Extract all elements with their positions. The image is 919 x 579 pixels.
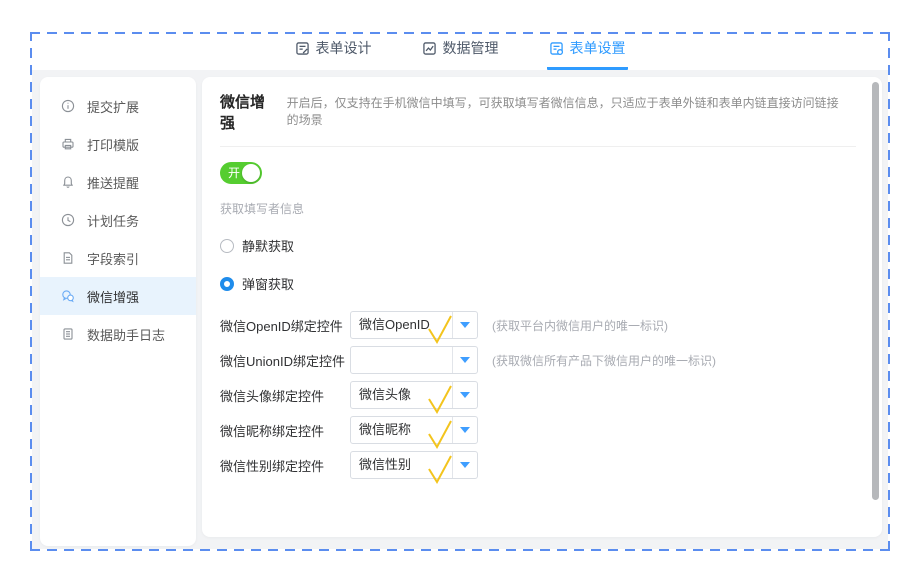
- row-avatar-binding: 微信头像绑定控件 微信头像: [220, 381, 882, 409]
- row-label: 微信头像绑定控件: [220, 386, 350, 405]
- row-label: 微信UnionID绑定控件: [220, 351, 350, 370]
- bell-icon: [61, 175, 75, 189]
- row-nickname-binding: 微信昵称绑定控件 微信昵称: [220, 416, 882, 444]
- radio-label: 弹窗获取: [242, 274, 294, 293]
- top-tab-bar: 表单设计 数据管理: [32, 34, 888, 70]
- row-openid-binding: 微信OpenID绑定控件 微信OpenID: [220, 311, 882, 339]
- tab-form-design[interactable]: 表单设计: [293, 38, 374, 70]
- sidebar-item-label: 推送提醒: [87, 173, 139, 192]
- radio-label: 静默获取: [242, 236, 294, 255]
- radio-popup-acquire[interactable]: 弹窗获取: [220, 274, 882, 293]
- sidebar-item-scheduled-tasks[interactable]: 计划任务: [40, 201, 196, 239]
- row-gender-binding: 微信性别绑定控件 微信性别: [220, 451, 882, 479]
- row-hint: (获取平台内微信用户的唯一标识): [492, 317, 668, 334]
- row-hint: (获取微信所有产品下微信用户的唯一标识): [492, 352, 716, 369]
- sidebar-item-field-index[interactable]: 字段索引: [40, 239, 196, 277]
- tab-label: 表单设置: [570, 38, 626, 58]
- wechat-icon: [61, 289, 75, 303]
- info-icon: [61, 99, 75, 113]
- chevron-down-icon[interactable]: [452, 417, 477, 443]
- toggle-knob: [242, 164, 260, 182]
- chevron-down-icon[interactable]: [452, 382, 477, 408]
- tab-label: 数据管理: [443, 38, 499, 58]
- row-label: 微信性别绑定控件: [220, 456, 350, 475]
- workspace: 提交扩展 打印模版: [32, 70, 888, 549]
- tab-data-management[interactable]: 数据管理: [420, 38, 501, 70]
- select-value: 微信OpenID: [359, 317, 430, 332]
- wechat-enhance-panel: 微信增强 开启后，仅支持在手机微信中填写，可获取填写者微信信息，只适应于表单外链…: [202, 77, 882, 537]
- tab-form-settings[interactable]: 表单设置: [547, 38, 628, 70]
- wechat-enhance-toggle[interactable]: 开: [220, 162, 262, 184]
- sidebar-item-wechat-enhance[interactable]: 微信增强: [40, 277, 196, 315]
- header-divider: [220, 146, 856, 147]
- printer-icon: [61, 137, 75, 151]
- select-value: 微信昵称: [359, 422, 411, 437]
- filler-info-section-label: 获取填写者信息: [220, 200, 882, 217]
- form-design-icon: [295, 41, 310, 56]
- select-value: 微信性别: [359, 457, 411, 472]
- dashed-frame: 表单设计 数据管理: [30, 32, 890, 551]
- radio-button-checked[interactable]: [220, 277, 234, 291]
- page-description: 开启后，仅支持在手机微信中填写，可获取填写者微信信息，只适应于表单外链和表单内链…: [287, 94, 842, 128]
- sidebar-item-label: 打印模版: [87, 135, 139, 154]
- nickname-select[interactable]: 微信昵称: [350, 416, 478, 444]
- page-title: 微信增强: [220, 91, 277, 133]
- sidebar-item-label: 计划任务: [87, 211, 139, 230]
- panel-header: 微信增强 开启后，仅支持在手机微信中填写，可获取填写者微信信息，只适应于表单外链…: [220, 91, 882, 133]
- radio-button-unchecked[interactable]: [220, 239, 234, 253]
- gender-select[interactable]: 微信性别: [350, 451, 478, 479]
- chevron-down-icon[interactable]: [452, 347, 477, 373]
- sidebar-item-submit-extension[interactable]: 提交扩展: [40, 87, 196, 125]
- sidebar-item-label: 字段索引: [87, 249, 139, 268]
- select-value: 微信头像: [359, 387, 411, 402]
- row-label: 微信昵称绑定控件: [220, 421, 350, 440]
- scrollbar-thumb[interactable]: [872, 82, 879, 500]
- form-settings-icon: [549, 41, 564, 56]
- data-management-icon: [422, 41, 437, 56]
- page: 表单设计 数据管理: [0, 0, 919, 579]
- sidebar-item-data-assistant-log[interactable]: 数据助手日志: [40, 315, 196, 353]
- unionid-select[interactable]: [350, 346, 478, 374]
- check-icon: [424, 453, 454, 495]
- toggle-on-label: 开: [228, 162, 240, 184]
- sidebar-item-print-template[interactable]: 打印模版: [40, 125, 196, 163]
- sidebar-item-label: 数据助手日志: [87, 325, 165, 344]
- sidebar-item-push-reminder[interactable]: 推送提醒: [40, 163, 196, 201]
- document-icon: [61, 251, 75, 265]
- row-label: 微信OpenID绑定控件: [220, 316, 350, 335]
- avatar-select[interactable]: 微信头像: [350, 381, 478, 409]
- openid-select[interactable]: 微信OpenID: [350, 311, 478, 339]
- radio-silent-acquire[interactable]: 静默获取: [220, 236, 882, 255]
- sidebar-item-label: 提交扩展: [87, 97, 139, 116]
- settings-sidebar: 提交扩展 打印模版: [40, 77, 196, 546]
- chevron-down-icon[interactable]: [452, 452, 477, 478]
- tab-label: 表单设计: [316, 38, 372, 58]
- sidebar-item-label: 微信增强: [87, 287, 139, 306]
- binding-rows: 微信OpenID绑定控件 微信OpenID: [220, 311, 882, 479]
- chevron-down-icon[interactable]: [452, 312, 477, 338]
- clock-icon: [61, 213, 75, 227]
- log-icon: [61, 327, 75, 341]
- row-unionid-binding: 微信UnionID绑定控件 (获取微信所有产品下微信用户的唯一标识): [220, 346, 882, 374]
